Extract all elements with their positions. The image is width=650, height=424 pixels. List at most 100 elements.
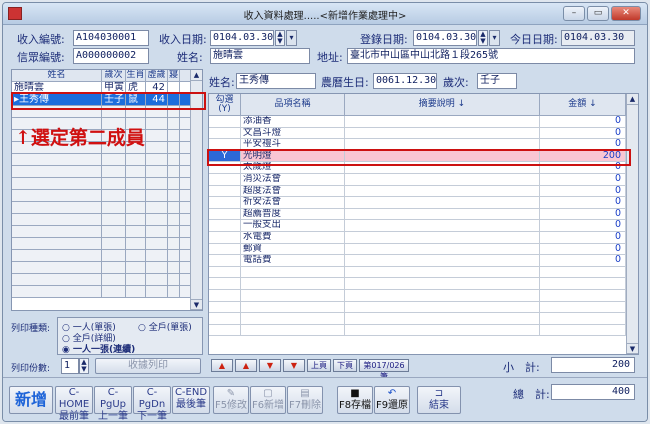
item-row-empty[interactable] — [209, 313, 638, 325]
item-row-empty[interactable] — [209, 278, 638, 290]
scroll-up-icon[interactable]: ▲ — [627, 94, 638, 105]
first-page-icon[interactable]: ▲ — [211, 359, 233, 372]
item-desc[interactable] — [345, 243, 540, 255]
member-row-empty[interactable] — [12, 202, 202, 214]
member-row-empty[interactable] — [12, 250, 202, 262]
scroll-down-icon[interactable]: ▼ — [191, 299, 202, 310]
member-row-empty[interactable] — [12, 166, 202, 178]
item-row[interactable]: 祈安法會 0 — [209, 197, 638, 209]
print-copies-spinner[interactable]: ▲ ▼ — [79, 358, 89, 374]
minimize-button[interactable]: – — [563, 6, 585, 21]
item-row-empty[interactable] — [209, 301, 638, 314]
reg-date-spinner[interactable]: ▲ ▼ — [478, 30, 488, 46]
income-no-field[interactable]: A104030001 — [73, 30, 149, 46]
item-desc[interactable] — [345, 173, 540, 185]
item-amount[interactable]: 0 — [540, 231, 626, 243]
scroll-up-icon[interactable]: ▲ — [191, 70, 202, 81]
item-amount[interactable]: 0 — [540, 173, 626, 185]
income-date-dropdown[interactable]: ▾ — [286, 30, 297, 46]
item-check[interactable] — [209, 185, 241, 197]
item-amount[interactable]: 0 — [540, 116, 626, 127]
income-date-field[interactable]: 0104.03.30 — [210, 30, 274, 46]
item-desc[interactable] — [345, 208, 540, 220]
items-scrollbar[interactable]: ▲ ▼ — [626, 94, 638, 354]
member-row-empty[interactable] — [12, 178, 202, 190]
member-row-empty[interactable] — [12, 190, 202, 202]
close-button[interactable]: ✕ — [611, 6, 641, 21]
print-copies-field[interactable]: 1 — [61, 358, 79, 374]
name-field[interactable]: 施晴雲 — [210, 48, 310, 64]
receipt-print-button[interactable]: 收據列印 — [95, 358, 201, 374]
item-row-empty[interactable] — [209, 324, 638, 337]
member-row-empty[interactable] — [12, 262, 202, 274]
item-desc[interactable] — [345, 116, 540, 127]
item-amount[interactable]: 0 — [540, 197, 626, 208]
save-button[interactable]: ■ F8存檔 — [337, 386, 373, 414]
item-check[interactable] — [209, 220, 241, 231]
item-row[interactable]: 超度法會 0 — [209, 185, 638, 198]
last-record-button[interactable]: C-END 最後筆 — [172, 386, 210, 414]
item-check[interactable] — [209, 197, 241, 208]
member-zodiac-field[interactable]: 壬子 — [477, 73, 517, 89]
prev-record-button[interactable]: C-PgUp 上一筆 — [94, 386, 132, 421]
member-row-empty[interactable] — [12, 286, 202, 298]
item-check[interactable] — [209, 173, 241, 185]
item-check[interactable] — [209, 116, 241, 127]
item-row[interactable]: 一般支出 0 — [209, 220, 638, 232]
address-field[interactable]: 臺北市中山區中山北路１段265號 — [347, 48, 635, 64]
prev-page-button[interactable]: 上頁 — [307, 359, 331, 372]
last-page-icon[interactable]: ▼ — [283, 359, 305, 372]
member-name-field[interactable]: 王秀傳 — [236, 73, 316, 89]
believer-no-field[interactable]: A000000002 — [73, 48, 149, 64]
item-check[interactable] — [209, 208, 241, 220]
delete-button[interactable]: ▤ F7刪除 — [287, 386, 323, 414]
maximize-button[interactable]: ▭ — [587, 6, 609, 21]
item-amount[interactable]: 0 — [540, 243, 626, 255]
item-check[interactable] — [209, 127, 241, 139]
member-row-empty[interactable] — [12, 214, 202, 226]
prev-row-icon[interactable]: ▲ — [235, 359, 257, 372]
next-record-button[interactable]: C-PgDn 下一筆 — [133, 386, 171, 421]
item-desc[interactable] — [345, 127, 540, 139]
lunar-birthday-field[interactable]: 0061.12.30 — [373, 73, 437, 89]
item-desc[interactable] — [345, 220, 540, 231]
member-row-empty[interactable] — [12, 154, 202, 166]
item-row-empty[interactable] — [209, 266, 638, 279]
item-row[interactable]: 水電費 0 — [209, 231, 638, 244]
item-check[interactable] — [209, 255, 241, 266]
income-date-spinner[interactable]: ▲ ▼ — [275, 30, 285, 46]
item-amount[interactable]: 0 — [540, 220, 626, 231]
print-opt-family-single[interactable]: ○ 全戶(單張) — [138, 320, 192, 333]
item-amount[interactable]: 0 — [540, 208, 626, 220]
member-row-empty[interactable] — [12, 226, 202, 238]
item-check[interactable] — [209, 243, 241, 255]
item-desc[interactable] — [345, 185, 540, 197]
print-opt-each-continuous[interactable]: ◉ 一人一張(連續) — [62, 342, 135, 355]
item-row-empty[interactable] — [209, 289, 638, 302]
item-desc[interactable] — [345, 197, 540, 208]
next-row-icon[interactable]: ▼ — [259, 359, 281, 372]
item-check[interactable] — [209, 231, 241, 243]
item-row[interactable]: 消災法會 0 — [209, 173, 638, 186]
member-row-empty[interactable] — [12, 274, 202, 286]
member-row-empty[interactable] — [12, 238, 202, 250]
reg-date-dropdown[interactable]: ▾ — [489, 30, 500, 46]
item-amount[interactable]: 0 — [540, 255, 626, 266]
item-row[interactable]: 添油香 0 — [209, 116, 638, 128]
item-row[interactable]: 電話費 0 — [209, 255, 638, 267]
add-button[interactable]: 新增 — [9, 386, 53, 414]
item-amount[interactable]: 0 — [540, 185, 626, 197]
next-page-button[interactable]: 下頁 — [333, 359, 357, 372]
reg-date-field[interactable]: 0104.03.30 — [413, 30, 477, 46]
item-row[interactable]: 郵資 0 — [209, 243, 638, 256]
edit-button[interactable]: ✎ F5修改 — [213, 386, 249, 414]
scroll-down-icon[interactable]: ▼ — [627, 343, 638, 354]
item-row[interactable]: 超薦普度 0 — [209, 208, 638, 221]
restore-button[interactable]: ↶ F9還原 — [374, 386, 410, 414]
item-desc[interactable] — [345, 231, 540, 243]
first-record-button[interactable]: C-HOME 最前筆 — [55, 386, 93, 421]
item-desc[interactable] — [345, 255, 540, 266]
item-row[interactable]: 文昌斗燈 0 — [209, 127, 638, 140]
exit-button[interactable]: ⊐ 結束 — [417, 386, 461, 414]
item-amount[interactable]: 0 — [540, 127, 626, 139]
